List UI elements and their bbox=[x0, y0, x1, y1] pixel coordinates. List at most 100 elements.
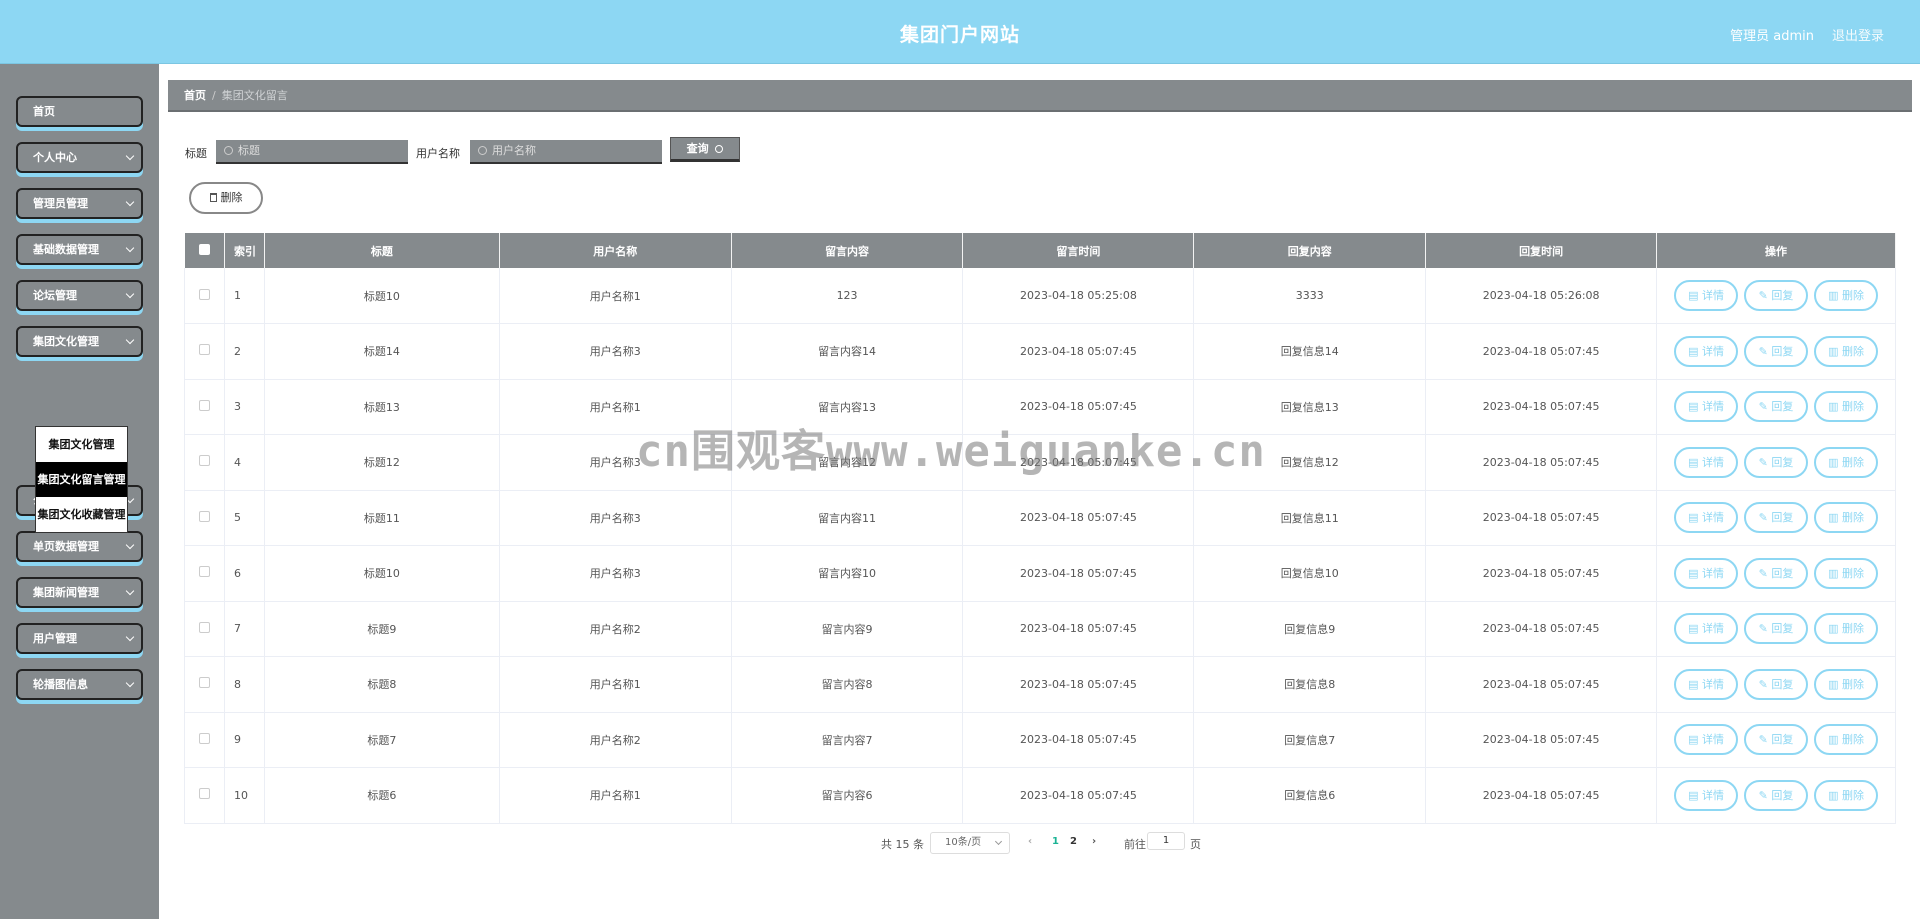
username-search-input[interactable]: 用户名称 bbox=[470, 140, 662, 164]
row-checkbox[interactable] bbox=[198, 510, 210, 522]
row-select-cell bbox=[184, 379, 225, 435]
delete-button[interactable]: ▥ 删除 bbox=[1814, 779, 1879, 811]
query-button[interactable]: 查询 bbox=[670, 137, 740, 162]
submenu-item-culture-messages[interactable]: 集团文化留言管理 bbox=[36, 462, 127, 497]
sidebar-item[interactable]: 集团文化管理 bbox=[16, 326, 143, 357]
page-size-select[interactable]: 10条/页 bbox=[930, 832, 1010, 854]
delete-button[interactable]: ▥ 删除 bbox=[1814, 335, 1879, 367]
reply-button[interactable]: ✎ 回复 bbox=[1744, 502, 1809, 534]
table-cell-index: 9 bbox=[224, 712, 265, 768]
column-header: 用户名称 bbox=[499, 233, 732, 268]
row-checkbox[interactable] bbox=[198, 399, 210, 411]
detail-button[interactable]: ▤ 详情 bbox=[1674, 557, 1739, 589]
detail-button[interactable]: ▤ 详情 bbox=[1674, 779, 1739, 811]
table-cell-user: 用户名称3 bbox=[499, 434, 732, 491]
table-cell-reply_time: 2023-04-18 05:07:45 bbox=[1425, 323, 1658, 380]
delete-button[interactable]: ▥ 删除 bbox=[1814, 391, 1879, 423]
row-select-cell bbox=[184, 712, 225, 768]
table-cell-reply_time: 2023-04-18 05:07:45 bbox=[1425, 656, 1658, 713]
sidebar-item[interactable]: 首页 bbox=[16, 96, 143, 127]
submenu-item-culture[interactable]: 集团文化管理 bbox=[36, 427, 127, 462]
reply-button[interactable]: ✎ 回复 bbox=[1744, 724, 1809, 756]
next-page-icon[interactable]: › bbox=[1092, 836, 1096, 847]
row-checkbox[interactable] bbox=[198, 455, 210, 467]
title-search-label: 标题 bbox=[185, 147, 207, 160]
detail-button[interactable]: ▤ 详情 bbox=[1674, 724, 1739, 756]
reply-button[interactable]: ✎ 回复 bbox=[1744, 280, 1809, 311]
row-checkbox[interactable] bbox=[198, 621, 210, 633]
sidebar-item[interactable]: 基础数据管理 bbox=[16, 234, 143, 265]
column-header: 标题 bbox=[264, 233, 500, 268]
table-cell-content: 留言内容9 bbox=[731, 601, 964, 657]
row-checkbox[interactable] bbox=[198, 288, 210, 300]
reply-label: 回复 bbox=[1771, 400, 1794, 414]
delete-button[interactable]: ▥ 删除 bbox=[1814, 668, 1879, 700]
reply-button[interactable]: ✎ 回复 bbox=[1744, 668, 1809, 700]
batch-delete-label: 删除 bbox=[220, 191, 243, 204]
sidebar-item-label: 轮播图信息 bbox=[33, 678, 88, 691]
table-cell-user: 用户名称2 bbox=[499, 712, 732, 768]
detail-button[interactable]: ▤ 详情 bbox=[1674, 280, 1739, 311]
detail-label: 详情 bbox=[1701, 788, 1724, 802]
sidebar-item[interactable]: 单页数据管理 bbox=[16, 531, 143, 562]
breadcrumb-home[interactable]: 首页 bbox=[184, 89, 206, 102]
detail-button[interactable]: ▤ 详情 bbox=[1674, 446, 1739, 478]
table-cell-reply_time: 2023-04-18 05:07:45 bbox=[1425, 434, 1658, 491]
messages-table: 索引 标题 用户名称 留言内容 留言时间 回复内容 回复时间 操作 1 标题10 用… bbox=[184, 233, 1896, 824]
prev-page-icon[interactable]: ‹ bbox=[1028, 836, 1032, 847]
title-search-placeholder: 标题 bbox=[238, 144, 260, 157]
table-cell-index: 8 bbox=[224, 656, 265, 713]
logout-link[interactable]: 退出登录 bbox=[1832, 25, 1884, 44]
actions-cell: ▤ 详情 ✎ 回复 ▥ 删除 bbox=[1656, 323, 1896, 380]
delete-button[interactable]: ▥ 删除 bbox=[1814, 280, 1879, 311]
row-checkbox[interactable] bbox=[198, 566, 210, 578]
table-cell-user: 用户名称1 bbox=[499, 767, 732, 824]
submenu-item-culture-favorites[interactable]: 集团文化收藏管理 bbox=[36, 497, 127, 532]
detail-button[interactable]: ▤ 详情 bbox=[1674, 668, 1739, 700]
sidebar-item[interactable]: 轮播图信息 bbox=[16, 669, 143, 700]
select-all-checkbox[interactable] bbox=[198, 243, 210, 255]
row-checkbox[interactable] bbox=[198, 788, 210, 800]
detail-button[interactable]: ▤ 详情 bbox=[1674, 335, 1739, 367]
table-cell-time: 2023-04-18 05:07:45 bbox=[962, 656, 1195, 713]
delete-button[interactable]: ▥ 删除 bbox=[1814, 613, 1879, 645]
row-checkbox[interactable] bbox=[198, 732, 210, 744]
delete-button[interactable]: ▥ 删除 bbox=[1814, 502, 1879, 534]
table-cell-user: 用户名称3 bbox=[499, 490, 732, 546]
reply-button[interactable]: ✎ 回复 bbox=[1744, 557, 1809, 589]
goto-page-input[interactable]: 1 bbox=[1147, 832, 1185, 850]
detail-button[interactable]: ▤ 详情 bbox=[1674, 613, 1739, 645]
title-search-input[interactable]: 标题 bbox=[216, 140, 408, 164]
chevron-down-icon bbox=[125, 632, 135, 642]
detail-label: 详情 bbox=[1701, 511, 1724, 525]
delete-button[interactable]: ▥ 删除 bbox=[1814, 724, 1879, 756]
detail-button[interactable]: ▤ 详情 bbox=[1674, 502, 1739, 534]
row-checkbox[interactable] bbox=[198, 677, 210, 689]
table-cell-content: 留言内容10 bbox=[731, 545, 964, 602]
breadcrumb-current: 集团文化留言 bbox=[221, 89, 288, 102]
detail-button[interactable]: ▤ 详情 bbox=[1674, 391, 1739, 423]
sidebar-item[interactable]: 管理员管理 bbox=[16, 188, 143, 219]
sidebar-item[interactable]: 论坛管理 bbox=[16, 280, 143, 311]
batch-delete-button[interactable]: 删除 bbox=[189, 182, 263, 214]
sidebar-item[interactable]: 用户管理 bbox=[16, 623, 143, 654]
reply-label: 回复 bbox=[1771, 344, 1794, 358]
reply-button[interactable]: ✎ 回复 bbox=[1744, 446, 1809, 478]
reply-button[interactable]: ✎ 回复 bbox=[1744, 391, 1809, 423]
delete-button[interactable]: ▥ 删除 bbox=[1814, 446, 1879, 478]
row-checkbox[interactable] bbox=[198, 344, 210, 356]
sidebar-item[interactable]: 集团新闻管理 bbox=[16, 577, 143, 608]
table-row: 6 标题10 用户名称3 留言内容10 2023-04-18 05:07:45 回复信息1… bbox=[184, 545, 1896, 602]
reply-button[interactable]: ✎ 回复 bbox=[1744, 335, 1809, 367]
page-1[interactable]: 1 bbox=[1052, 836, 1059, 847]
reply-button[interactable]: ✎ 回复 bbox=[1744, 613, 1809, 645]
page-2[interactable]: 2 bbox=[1070, 836, 1077, 847]
delete-button[interactable]: ▥ 删除 bbox=[1814, 557, 1879, 589]
table-row: 2 标题14 用户名称3 留言内容14 2023-04-18 05:07:45 回复信息1… bbox=[184, 323, 1896, 380]
table-cell-index: 1 bbox=[224, 268, 265, 324]
reply-button[interactable]: ✎ 回复 bbox=[1744, 779, 1809, 811]
select-all-header[interactable] bbox=[184, 233, 225, 268]
table-row: 5 标题11 用户名称3 留言内容11 2023-04-18 05:07:45 回复信息1… bbox=[184, 490, 1896, 546]
table-cell-time: 2023-04-18 05:07:45 bbox=[962, 379, 1195, 435]
sidebar-item[interactable]: 个人中心 bbox=[16, 142, 143, 173]
